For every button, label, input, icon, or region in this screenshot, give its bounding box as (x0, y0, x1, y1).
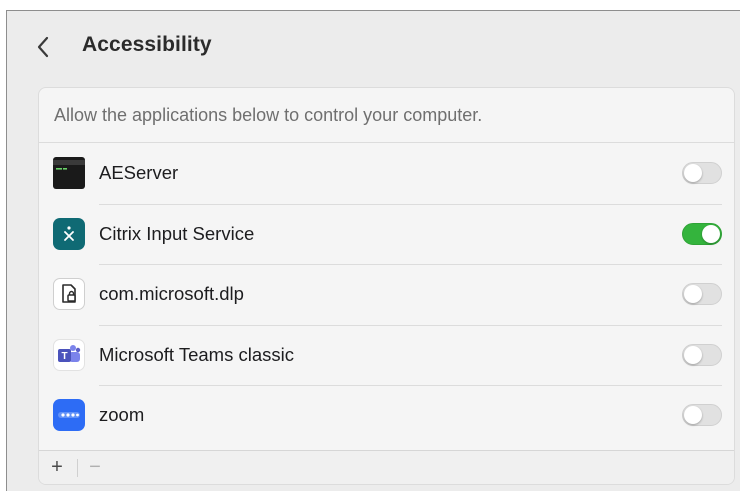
app-name: Microsoft Teams classic (99, 343, 294, 365)
app-row-microsoft-teams-classic: T Microsoft Teams classic (39, 324, 734, 386)
app-toggle-microsoft-teams-classic[interactable] (682, 343, 722, 366)
app-row-com-microsoft-dlp: com.microsoft.dlp (39, 264, 734, 325)
app-toggle-aeserver[interactable] (682, 162, 722, 185)
page-title: Accessibility (82, 33, 212, 56)
app-list-panel: Allow the applications below to control … (38, 87, 735, 485)
chevron-left-icon (37, 36, 49, 58)
toggle-knob (702, 224, 720, 243)
teams-icon: T (53, 338, 85, 371)
app-row-zoom: zoom (39, 385, 734, 446)
remove-app-button[interactable]: − (81, 451, 109, 484)
toggle-knob (684, 285, 702, 304)
footer-divider (77, 459, 78, 477)
app-name: com.microsoft.dlp (99, 283, 244, 305)
toggle-knob (684, 345, 702, 364)
app-name: AEServer (99, 162, 179, 184)
back-button[interactable] (29, 31, 57, 63)
header: Accessibility (7, 11, 740, 83)
app-row-citrix-input-service: Citrix Input Service (39, 203, 734, 265)
app-name: Citrix Input Service (99, 222, 255, 244)
add-app-button[interactable]: + (43, 451, 71, 484)
citrix-icon (53, 217, 85, 250)
toggle-knob (684, 164, 702, 183)
terminal-icon (53, 157, 85, 190)
svg-text:T: T (61, 351, 67, 362)
app-name: zoom (99, 404, 145, 426)
app-row-aeserver: AEServer (39, 143, 734, 204)
zoom-icon (53, 399, 85, 432)
panel-description: Allow the applications below to control … (39, 88, 734, 143)
app-toggle-com-microsoft-dlp[interactable] (682, 283, 722, 306)
settings-window: Accessibility Allow the applications bel… (6, 10, 740, 491)
app-toggle-zoom[interactable] (682, 404, 722, 427)
list-footer: + − (39, 450, 734, 484)
app-toggle-citrix-input-service[interactable] (682, 222, 722, 245)
document-lock-icon (53, 278, 85, 311)
toggle-knob (684, 406, 702, 425)
